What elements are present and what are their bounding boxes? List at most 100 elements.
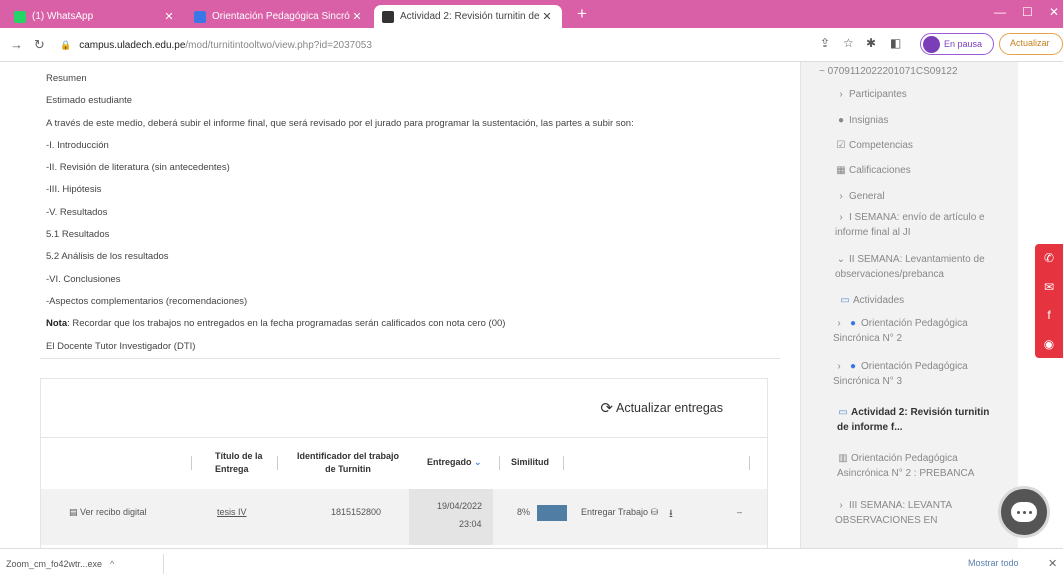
- note-text: : Recordar que los trabajos no entregado…: [67, 318, 506, 330]
- tab-actividad[interactable]: Actividad 2: Revisión turnitin de... ✕: [374, 5, 562, 28]
- chevron-right-icon: ›: [839, 191, 843, 202]
- sidebar-item-week-1[interactable]: › I SEMANA: envío de artículo e informe f…: [835, 210, 1011, 240]
- chevron-right-icon: ›: [837, 318, 841, 329]
- sidebar-item-session-3[interactable]: › ● Orientación Pedagógica Sincrónica N° 3: [833, 359, 997, 389]
- star-icon[interactable]: ☆: [843, 36, 854, 50]
- submission-title-link[interactable]: tesis IV: [217, 507, 247, 517]
- address-toolbar: → ↻ 🔒 campus.uladech.edu.pe /mod/turniti…: [0, 28, 1063, 62]
- minimize-icon[interactable]: —: [994, 5, 1006, 19]
- session-icon: ●: [849, 318, 857, 329]
- sidebar-item-activities[interactable]: ▭ Actividades: [839, 293, 904, 308]
- show-all-button[interactable]: Mostrar todo: [968, 558, 1019, 568]
- chat-icon: [1011, 502, 1037, 522]
- column-header-similarity[interactable]: Similitud: [511, 456, 549, 469]
- similarity-report-button[interactable]: [537, 505, 567, 521]
- sidebar-item-competencies[interactable]: ☑ Competencias: [835, 138, 913, 153]
- submitted-cell-bg: [409, 489, 493, 545]
- description-line: Estimado estudiante: [46, 95, 133, 107]
- checklist-icon: ☑: [836, 140, 846, 151]
- whatsapp-icon: [14, 10, 26, 23]
- sidebar-item-week-3[interactable]: › III SEMANA: LEVANTA OBSERVACIONES EN: [835, 498, 985, 528]
- activities-icon: ▭: [840, 295, 850, 306]
- column-header-submitted[interactable]: Entregado ⌄: [427, 456, 482, 469]
- extensions-icon[interactable]: ✱: [866, 36, 876, 50]
- column-header-title[interactable]: Título de la Entrega: [215, 450, 275, 476]
- download-bar: Zoom_cm_fo42wtr...exe ^ Mostrar todo ✕: [0, 548, 1063, 578]
- chevron-right-icon: ›: [839, 212, 843, 223]
- messenger-icon[interactable]: ✉: [1035, 273, 1063, 302]
- download-filename: Zoom_cm_fo42wtr...exe: [6, 559, 103, 569]
- close-icon[interactable]: ✕: [162, 10, 176, 23]
- chat-icon[interactable]: ◉: [1035, 330, 1063, 359]
- sidepanel-icon[interactable]: ◧: [890, 36, 901, 50]
- session-icon: ●: [849, 361, 857, 372]
- update-button[interactable]: Actualizar: [999, 33, 1063, 55]
- whatsapp-icon[interactable]: ✆: [1035, 244, 1063, 273]
- column-separator: [563, 456, 564, 470]
- tab-strip: (1) WhatsApp ✕ Orientación Pedagógica Si…: [0, 0, 1063, 28]
- chevron-down-icon: ⌄: [836, 254, 846, 265]
- maximize-icon[interactable]: ☐: [1022, 5, 1033, 19]
- column-separator: [499, 456, 500, 470]
- column-separator: [191, 456, 192, 470]
- close-icon[interactable]: ✕: [1048, 557, 1057, 570]
- tab-title: (1) WhatsApp: [32, 11, 94, 22]
- tab-title: Orientación Pedagógica Sincrón...: [212, 11, 350, 22]
- paper-id: 1815152800: [331, 507, 382, 517]
- lock-icon: 🔒: [60, 39, 72, 50]
- description-line: -II. Revisión de literatura (sin anteced…: [46, 162, 230, 174]
- address-bar[interactable]: 🔒 campus.uladech.edu.pe /mod/turnitintoo…: [60, 34, 800, 56]
- refresh-label: Actualizar entregas: [615, 401, 723, 415]
- session-icon: ▥: [838, 453, 848, 464]
- download-item[interactable]: Zoom_cm_fo42wtr...exe ^: [4, 554, 164, 574]
- sidebar-item-badges[interactable]: ● Insignias: [835, 113, 889, 128]
- description-line: 5.2 Análisis de los resultados: [46, 251, 169, 263]
- download-icon[interactable]: ⭳: [669, 505, 673, 524]
- reload-icon[interactable]: ↻: [34, 37, 45, 53]
- new-tab-button[interactable]: +: [573, 5, 591, 24]
- submit-paper-button[interactable]: Entregar Trabajo ⛁: [581, 507, 658, 518]
- divider: [40, 358, 780, 359]
- close-icon[interactable]: ✕: [540, 10, 554, 23]
- chevron-right-icon: ›: [839, 500, 843, 511]
- url-host: campus.uladech.edu.pe: [79, 39, 186, 51]
- tab-whatsapp[interactable]: (1) WhatsApp ✕: [6, 5, 184, 28]
- sidebar-item-general[interactable]: › General: [835, 189, 884, 204]
- sidebar-item-current-activity[interactable]: ▭ Actividad 2: Revisión turnitin de infor…: [837, 405, 997, 435]
- description-line: -III. Hipótesis: [46, 184, 102, 196]
- profile-label: En pausa: [944, 39, 983, 49]
- digital-receipt-link[interactable]: ▤ Ver recibo digital: [69, 507, 147, 518]
- refresh-submissions-button[interactable]: ⟳ Actualizar entregas: [600, 399, 723, 417]
- sidebar-item-grades[interactable]: ▦ Calificaciones: [835, 163, 910, 178]
- chevron-right-icon: ›: [839, 89, 843, 100]
- meet-icon: [194, 10, 206, 23]
- course-code[interactable]: ~ 0709112022201071CS09122: [819, 64, 958, 79]
- receipt-icon: ▤: [69, 507, 81, 517]
- chat-bubble-button[interactable]: [998, 486, 1050, 538]
- column-header-paper-id[interactable]: Identificador del trabajo de Turnitin: [293, 450, 403, 476]
- note-line: Nota: Recordar que los trabajos no entre…: [46, 315, 776, 337]
- submitted-time: 23:04: [459, 519, 482, 529]
- assignment-icon: ▭: [838, 407, 848, 418]
- forward-icon[interactable]: →: [10, 37, 23, 52]
- sidebar-item-participants[interactable]: › Participantes: [835, 87, 906, 102]
- chevron-up-icon[interactable]: ^: [110, 559, 114, 569]
- profile-button[interactable]: En pausa: [920, 33, 994, 55]
- share-icon[interactable]: ⇪: [820, 36, 830, 50]
- close-window-icon[interactable]: ✕: [1049, 5, 1059, 19]
- refresh-icon: ⟳: [600, 400, 613, 417]
- main-content: Resumen Estimado estudiante A través de …: [0, 62, 800, 548]
- column-separator: [749, 456, 750, 470]
- sidebar-item-week-2[interactable]: ⌄ II SEMANA: Levantamiento de observacion…: [835, 252, 1011, 282]
- table-row: ▤ Ver recibo digital tesis IV 1815152800…: [41, 489, 767, 545]
- upload-icon: ⛁: [648, 507, 659, 517]
- tab-orientacion[interactable]: Orientación Pedagógica Sincrón... ✕: [186, 5, 372, 28]
- sidebar-item-prebanca[interactable]: ▥ Orientación Pedagógica Asincrónica N° 2…: [837, 451, 999, 481]
- sidebar-item-session-2[interactable]: › ● Orientación Pedagógica Sincrónica N° 2: [833, 316, 997, 346]
- more-options-icon[interactable]: –: [737, 507, 742, 517]
- description-line: -V. Resultados: [46, 206, 108, 218]
- facebook-icon[interactable]: f: [1035, 301, 1063, 330]
- close-icon[interactable]: ✕: [350, 10, 364, 23]
- description-line: -Aspectos complementarios (recomendacion…: [46, 295, 248, 307]
- moodle-icon: [382, 10, 394, 23]
